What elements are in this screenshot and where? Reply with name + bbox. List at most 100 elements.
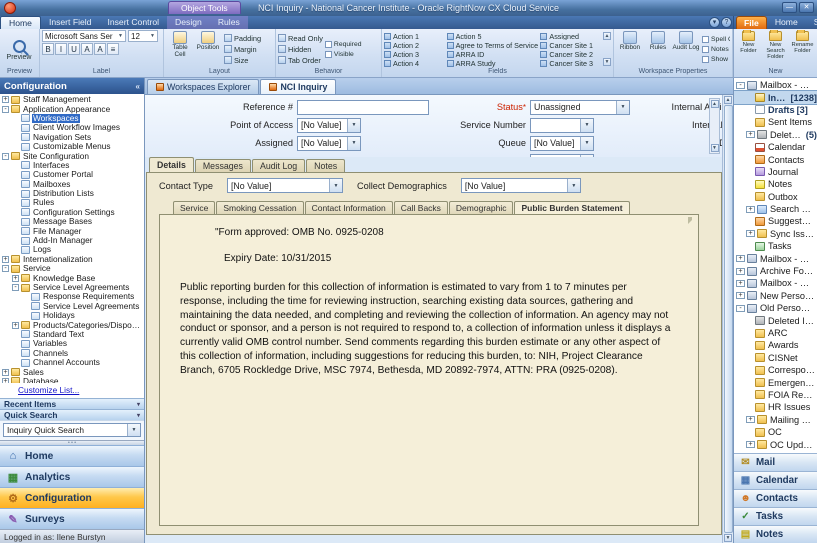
sidebar-nav-button[interactable]: Configuration [0,487,144,508]
contact-type-select[interactable]: [No Value] [227,178,343,193]
service-number-select[interactable] [530,118,594,133]
detail-tab[interactable]: Audit Log [252,159,305,172]
field-chip[interactable]: Action 3 [384,51,445,59]
behavior-button[interactable]: Read Only [278,33,323,43]
field-chip[interactable]: ARRA ID [447,51,539,59]
field-chip[interactable]: Action 5 [447,32,539,40]
mail-folder-item[interactable]: HR Issues [734,401,817,413]
tree-item[interactable]: + Sales [0,367,144,376]
mail-folder-item[interactable]: Inbox [1238] [734,91,817,103]
tree-item[interactable]: Channels [0,349,144,358]
font-size-select[interactable]: 12 [128,30,158,42]
mail-folder-item[interactable]: OC [734,426,817,438]
close-button[interactable]: ✕ [799,2,814,13]
tree-item[interactable]: Service Level Agreements [0,302,144,311]
tree-item[interactable]: Navigation Sets [0,133,144,142]
tree-item[interactable]: Add-In Manager [0,236,144,245]
inner-tab[interactable]: Service [173,201,215,214]
help-button[interactable]: ? [721,17,732,28]
behavior-button[interactable]: Tab Order [278,55,323,65]
mail-folder-item[interactable]: Suggested Contacts [734,215,817,227]
tree-item[interactable]: Distribution Lists [0,189,144,198]
format-button[interactable]: A [81,43,93,55]
mail-folder-item[interactable]: ARC [734,327,817,339]
field-chip[interactable]: Agree to Terms of Service [447,41,539,49]
mail-folder-item[interactable]: - Mailbox - Burstyn, Bene (NIH [734,79,817,91]
workspace-checkbox[interactable]: Show Outline [702,55,730,64]
mail-folder-item[interactable]: Journal [734,166,817,178]
assigned-select[interactable]: [No Value] [297,136,361,151]
expand-toggle-icon[interactable]: + [736,292,745,299]
minimize-button[interactable]: — [782,2,797,13]
document-tab[interactable]: Workspaces Explorer [147,79,259,94]
workspace-scrollbar[interactable]: ▲ ▼ [722,95,733,543]
outlook-ribbon-tab[interactable]: Home [767,16,806,29]
detail-tab[interactable]: Details [149,157,194,172]
format-button[interactable]: I [55,43,67,55]
expand-toggle-icon[interactable]: - [736,305,745,312]
tree-item[interactable]: - Service [0,264,144,273]
sidebar-nav-button[interactable]: Analytics [0,466,144,487]
mail-folder-item[interactable]: Emergency Preparedness [734,376,817,388]
scroll-down-icon[interactable]: ▼ [711,144,719,152]
mail-nav-button[interactable]: Tasks [734,507,817,525]
mail-folder-item[interactable]: + Archive Folders [734,265,817,277]
outlook-new-button[interactable]: New Search Folder [763,30,788,68]
ribbon-minimize-button[interactable]: ▾ [709,17,720,28]
scroll-up-icon[interactable]: ▲ [724,96,732,104]
mail-folder-item[interactable]: Tasks [734,240,817,252]
mail-folder-item[interactable]: Outbox [734,191,817,203]
scroll-up-icon[interactable]: ▲ [603,32,611,40]
recent-items-bar[interactable]: Recent Items▾ [0,398,144,409]
queue-select[interactable]: [No Value] [530,136,594,151]
workspace-big-button[interactable]: Audit Log [672,30,700,68]
fields-scrollbar[interactable]: ▲ ▼ [603,30,611,68]
layout-small-button[interactable]: Padding [224,33,261,43]
tree-item[interactable]: - Application Appearance [0,104,144,113]
scroll-down-icon[interactable]: ▼ [724,534,732,542]
expand-toggle-icon[interactable]: + [746,230,755,237]
expand-toggle-icon[interactable]: + [746,416,755,423]
mail-folder-item[interactable]: Calendar [734,141,817,153]
format-button[interactable]: B [42,43,54,55]
mail-folder-item[interactable]: CISNet [734,352,817,364]
tree-item[interactable]: Rules [0,198,144,207]
mail-folder-item[interactable]: Drafts [3] [734,104,817,116]
quick-search-bar[interactable]: Quick Search▾ [0,409,144,420]
tree-item[interactable]: Customer Portal [0,170,144,179]
scroll-up-icon[interactable]: ▲ [711,100,719,108]
layout-big-button[interactable]: Table Cell [166,30,194,68]
app-menu-button[interactable] [4,2,16,14]
mail-folder-item[interactable]: Notes [734,178,817,190]
tree-item[interactable]: + Internationalization [0,255,144,264]
workspace-big-button[interactable]: Rules [644,30,672,68]
mail-folder-item[interactable]: Sent Items [734,116,817,128]
field-chip[interactable]: ARRA Study [447,60,539,68]
mail-folder-item[interactable]: + Sync Issues [734,228,817,240]
mail-folder-item[interactable]: + Deleted Items (5) [734,129,817,141]
outlook-ribbon-tab[interactable]: Send / R [806,16,817,29]
layout-small-button[interactable]: Size [224,55,261,65]
inner-tab[interactable]: Demographic [449,201,514,214]
mail-folder-item[interactable]: + Search Folders [734,203,817,215]
inner-tab[interactable]: Contact Information [305,201,393,214]
expand-toggle-icon[interactable]: + [2,369,9,376]
status-select[interactable]: Unassigned [530,100,630,115]
sidebar-nav-button[interactable]: Surveys [0,508,144,529]
expand-toggle-icon[interactable]: + [736,280,745,287]
mail-nav-button[interactable]: Contacts [734,489,817,507]
customize-list-link[interactable]: Customize List... [0,383,144,398]
expand-toggle-icon[interactable]: + [746,441,755,448]
tree-item[interactable]: + Products/Categories/Dispositions [0,320,144,329]
ribbon-tab[interactable]: Insert Field [41,16,100,29]
language-select[interactable] [530,154,594,158]
tree-item[interactable]: Mailboxes [0,180,144,189]
mail-nav-button[interactable]: Notes [734,525,817,543]
tree-item[interactable]: Interfaces [0,161,144,170]
inner-tab[interactable]: Call Backs [394,201,448,214]
format-button[interactable]: ≡ [107,43,119,55]
outlook-file-tab[interactable]: File [736,16,767,29]
behavior-button[interactable]: Hidden [278,44,323,54]
mail-folder-item[interactable]: + Mailing Lists [734,414,817,426]
behavior-checkbox[interactable]: Visible [325,50,362,59]
